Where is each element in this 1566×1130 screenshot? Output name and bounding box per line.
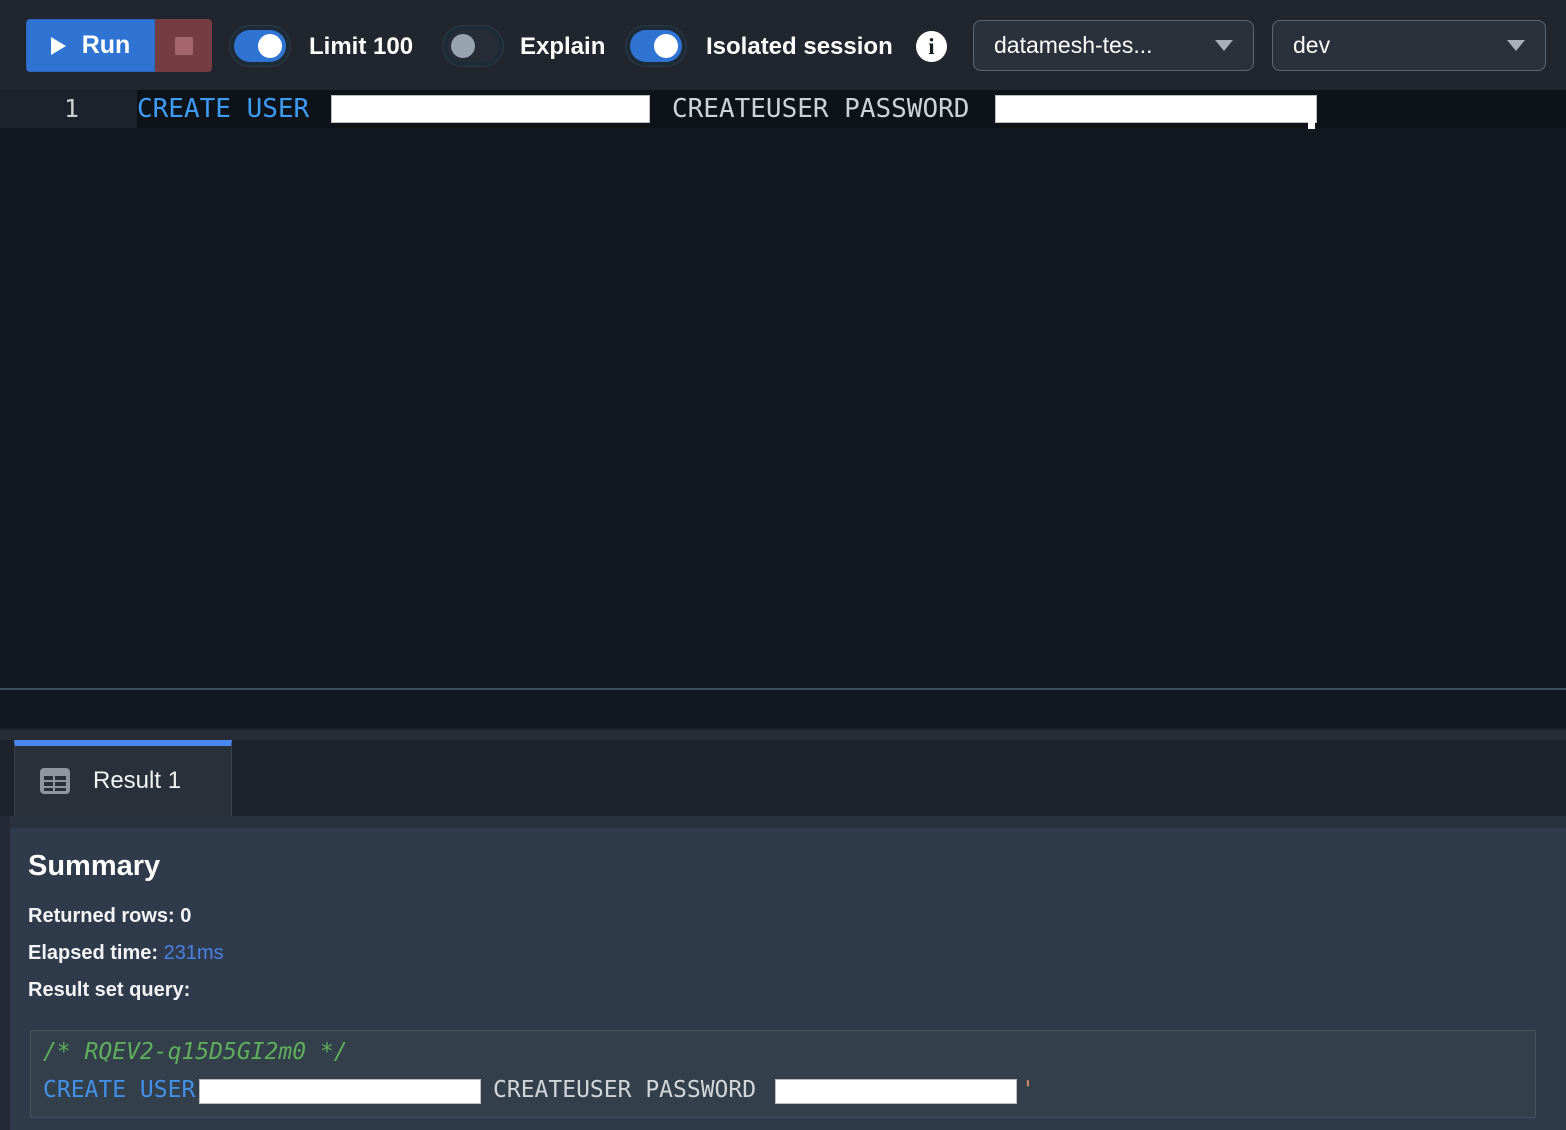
- panel-top-band: [0, 816, 1566, 828]
- database-dropdown[interactable]: dev: [1272, 20, 1546, 71]
- elapsed-time-label: Elapsed time:: [28, 942, 164, 964]
- chevron-down-icon: [1215, 40, 1233, 51]
- result-set-query-block: /* RQEV2-q15D5GI2m0 */ CREATE USER CREAT…: [30, 1030, 1536, 1118]
- returned-rows-label: Returned rows:: [28, 905, 181, 927]
- editor-bottom-gutter: [0, 690, 1566, 728]
- tab-strip-top-edge: [0, 730, 1566, 740]
- play-icon: [50, 36, 66, 55]
- elapsed-time-line: Elapsed time: 231ms: [28, 942, 224, 965]
- stop-icon: [174, 36, 193, 55]
- sql-keyword-create-user: CREATE USER: [43, 1077, 196, 1103]
- sql-comment: /* RQEV2-q15D5GI2m0 */: [43, 1039, 348, 1065]
- sql-keyword-create-user: CREATE USER: [137, 94, 310, 124]
- toggle-knob: [654, 34, 678, 58]
- query-editor-window: Run Limit 100 Explain Isolated session i…: [0, 0, 1566, 1130]
- result-set-query-label: Result set query:: [28, 979, 191, 1001]
- cluster-dropdown-value: datamesh-tes...: [994, 32, 1153, 58]
- returned-rows-value: 0: [180, 905, 192, 927]
- redacted-password-box: [775, 1079, 1017, 1104]
- tab-result-1-label: Result 1: [93, 767, 182, 794]
- redacted-password-box: [995, 95, 1317, 123]
- summary-title: Summary: [28, 850, 161, 882]
- limit-toggle[interactable]: [234, 30, 286, 62]
- cluster-dropdown[interactable]: datamesh-tes...: [973, 20, 1254, 71]
- isolated-session-label: Isolated session: [706, 33, 893, 60]
- redacted-username-box: [199, 1079, 481, 1104]
- sql-editor[interactable]: 1 CREATE USER CREATEUSER PASSWORD: [0, 90, 1566, 688]
- summary-panel: Summary Returned rows: 0 Elapsed time: 2…: [0, 816, 1566, 1130]
- toolbar: Run Limit 100 Explain Isolated session i…: [0, 0, 1566, 90]
- returned-rows-line: Returned rows: 0: [28, 905, 191, 928]
- results-tab-strip: Result 1: [0, 728, 1566, 816]
- database-dropdown-value: dev: [1293, 32, 1331, 58]
- elapsed-time-value: 231ms: [163, 942, 224, 964]
- panel-left-edge: [0, 816, 10, 1130]
- stop-button[interactable]: [155, 19, 212, 72]
- info-glyph: i: [928, 34, 935, 59]
- toggle-knob: [258, 34, 282, 58]
- info-icon[interactable]: i: [916, 31, 947, 62]
- chevron-down-icon: [1507, 40, 1525, 51]
- line-number: 1: [64, 94, 80, 123]
- tab-result-1[interactable]: Result 1: [14, 740, 232, 816]
- run-button-label: Run: [81, 31, 131, 59]
- sql-keyword-createuser-password: CREATEUSER PASSWORD: [493, 1077, 757, 1103]
- sql-string-quote: ': [1021, 1077, 1035, 1103]
- table-icon: [40, 768, 70, 794]
- explain-toggle-label: Explain: [520, 33, 606, 60]
- isolated-session-toggle[interactable]: [630, 30, 682, 62]
- text-cursor: [1308, 121, 1315, 129]
- sql-keyword-createuser-password: CREATEUSER PASSWORD: [672, 94, 970, 124]
- toggle-knob: [451, 34, 475, 58]
- run-button[interactable]: Run: [26, 19, 155, 72]
- redacted-username-box: [331, 95, 650, 123]
- limit-toggle-label: Limit 100: [309, 33, 414, 60]
- explain-toggle[interactable]: [447, 30, 499, 62]
